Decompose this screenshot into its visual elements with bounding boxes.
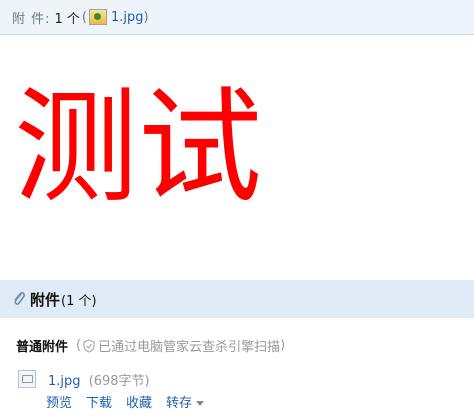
attachments-section-bar: 附件 (1 个)	[0, 280, 474, 318]
preview-link[interactable]: 预览	[46, 392, 72, 411]
email-body-text: 测试	[14, 76, 263, 220]
attachments-count: (1 个)	[61, 293, 97, 309]
normal-attachments-label: 普通附件	[16, 340, 69, 355]
broken-image-icon[interactable]	[18, 370, 36, 388]
attachment-file-name-row: 1.jpg (698字节)	[48, 370, 150, 389]
chevron-down-icon	[196, 401, 205, 406]
transfer-dropdown[interactable]: 转存	[166, 392, 205, 411]
header-attachment-label: 附 件:	[12, 11, 51, 27]
attachment-file-name[interactable]: 1.jpg	[48, 374, 81, 389]
header-paren-open: (	[81, 9, 87, 25]
scan-paren-open: (	[76, 338, 82, 353]
header-file-link[interactable]: 1.jpg	[111, 10, 144, 25]
paperclip-icon	[12, 290, 26, 308]
header-paren-close: )	[143, 9, 149, 25]
attachment-file-size: (698字节)	[88, 374, 150, 389]
attachment-summary-header: 附 件: 1 个 ( 1.jpg )	[0, 0, 474, 35]
shield-check-icon	[83, 338, 95, 353]
transfer-label: 转存	[166, 396, 193, 411]
header-attachment-count: 1 个	[54, 11, 80, 27]
download-link[interactable]: 下载	[86, 392, 112, 411]
attachments-title: 附件	[30, 290, 61, 309]
scan-status-text: 已通过电脑管家云查杀引擎扫描	[98, 340, 281, 355]
image-thumbnail-icon[interactable]	[89, 9, 107, 25]
normal-attachments-row: 普通附件 ( 已通过电脑管家云查杀引擎扫描 )	[16, 336, 285, 355]
attachment-actions: 预览 下载 收藏 转存	[46, 392, 218, 411]
favorite-link[interactable]: 收藏	[126, 392, 152, 411]
scan-status: ( 已通过电脑管家云查杀引擎扫描 )	[76, 336, 285, 355]
scan-paren-close: )	[280, 338, 286, 353]
